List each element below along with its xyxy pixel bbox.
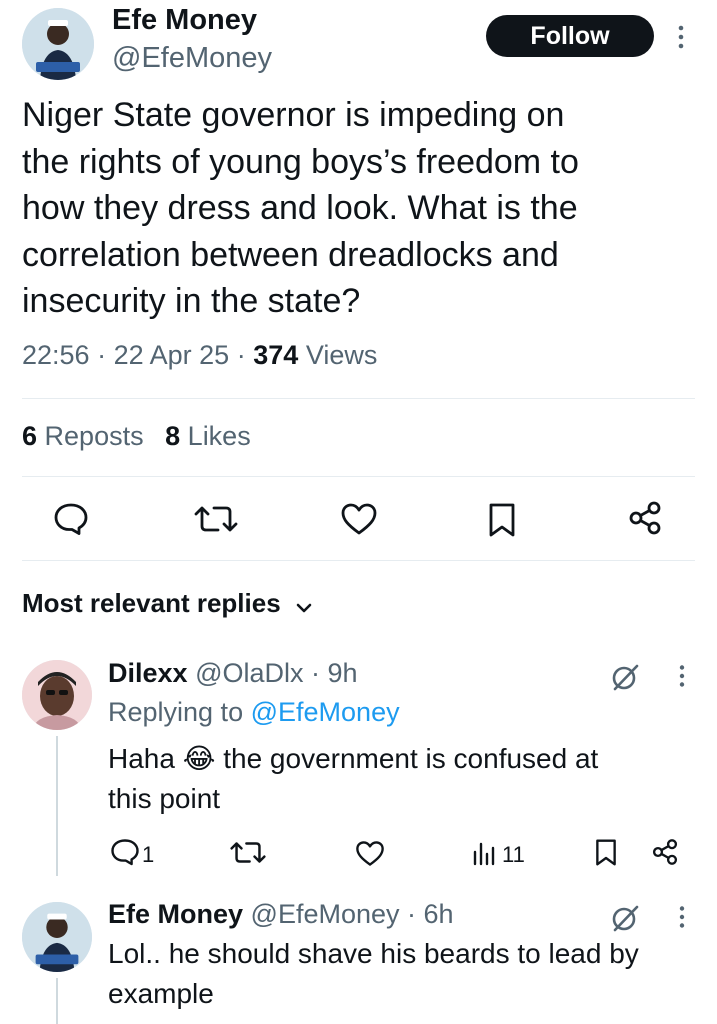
reply-header: Efe Money @EfeMoney · 6h xyxy=(108,899,454,930)
reply-icon[interactable] xyxy=(53,502,89,536)
reply-views-count: 11 xyxy=(502,842,525,867)
meta-separator: · xyxy=(97,340,107,370)
author-handle[interactable]: @EfeMoney xyxy=(112,42,272,75)
author-avatar[interactable] xyxy=(22,8,94,80)
thread-line xyxy=(56,736,58,876)
tweet-meta: 22:56 · 22 Apr 25 · 374 Views xyxy=(22,340,377,371)
reply-author-name[interactable]: Efe Money xyxy=(108,899,243,929)
reply-author-handle[interactable]: @OlaDlx xyxy=(195,658,303,688)
repost-icon[interactable] xyxy=(194,504,238,534)
repost-icon[interactable] xyxy=(230,840,266,865)
tweet-text-line: insecurity in the state? xyxy=(22,282,361,320)
bookmark-icon[interactable] xyxy=(595,838,617,867)
views-label: Views xyxy=(305,340,378,370)
replying-to: Replying to @EfeMoney xyxy=(108,697,400,728)
reply-text-line: Lol.. he should shave his beards to lead… xyxy=(108,938,639,969)
likes-count: 8 xyxy=(165,421,181,451)
views-icon[interactable] xyxy=(472,840,498,866)
follow-button[interactable]: Follow xyxy=(486,15,654,57)
tweet-text-line: correlation between dreadlocks and xyxy=(22,235,559,274)
reposts-count: 6 xyxy=(22,421,38,451)
grok-icon[interactable] xyxy=(610,662,640,692)
reply-text: Haha 😂 the government is confused at thi… xyxy=(108,739,698,819)
thread-line xyxy=(56,978,58,1024)
views-count: 374 xyxy=(253,340,299,370)
author-name[interactable]: Efe Money xyxy=(112,4,257,37)
reply-age: · 6h xyxy=(407,899,454,929)
reposts-stat[interactable]: 6 Reposts xyxy=(22,421,151,451)
divider xyxy=(22,560,695,561)
likes-stat[interactable]: 8 Likes xyxy=(165,421,251,451)
replies-sort-dropdown[interactable]: Most relevant replies xyxy=(22,588,312,621)
tweet-text-line: the rights of young boys’s freedom to xyxy=(22,142,579,181)
divider xyxy=(22,476,695,477)
tweet-text-line: how they dress and look. What is the xyxy=(22,189,578,227)
tweet-text-line: Niger State governor is impeding on xyxy=(22,96,565,134)
chevron-down-icon xyxy=(296,590,312,621)
reply-author-handle[interactable]: @EfeMoney xyxy=(251,899,400,929)
bookmark-icon[interactable] xyxy=(488,502,516,538)
reply-text-line: example xyxy=(108,978,214,1009)
reply-text-start: Haha xyxy=(108,743,175,774)
replying-to-prefix: Replying to xyxy=(108,697,244,727)
reply-count: 1 xyxy=(142,842,155,867)
reply-author-name[interactable]: Dilexx xyxy=(108,658,188,688)
tweet-date[interactable]: 22 Apr 25 xyxy=(114,340,230,370)
tweet-text: Niger State governor is impeding on the … xyxy=(22,92,702,325)
reply-text-line: this point xyxy=(108,783,221,814)
more-icon[interactable] xyxy=(677,664,687,688)
tweet-time[interactable]: 22:56 xyxy=(22,340,90,370)
reply-text: Lol.. he should shave his beards to lead… xyxy=(108,934,708,1014)
reply-text-line: Haha 😂 the government is confused at xyxy=(108,739,698,779)
replies-sort-label: Most relevant replies xyxy=(22,588,281,618)
divider xyxy=(22,398,695,399)
laughing-emoji: 😂 xyxy=(182,743,216,774)
meta-separator: · xyxy=(236,340,246,370)
engagement-stats: 6 Reposts 8 Likes xyxy=(22,421,251,452)
share-icon[interactable] xyxy=(627,500,663,536)
replying-to-handle[interactable]: @EfeMoney xyxy=(251,697,400,727)
reply-icon[interactable] xyxy=(110,838,140,866)
reply-header: Dilexx @OlaDlx · 9h xyxy=(108,658,358,689)
share-icon[interactable] xyxy=(651,838,679,866)
reply-text-rest: the government is confused at xyxy=(215,743,599,774)
more-icon[interactable] xyxy=(677,905,687,929)
more-icon[interactable] xyxy=(676,24,686,50)
reply-avatar[interactable] xyxy=(22,902,92,972)
like-icon[interactable] xyxy=(340,502,378,536)
reply-avatar[interactable] xyxy=(22,660,92,730)
likes-label: Likes xyxy=(187,421,251,451)
reply-age: · 9h xyxy=(311,658,358,688)
like-icon[interactable] xyxy=(355,840,385,867)
reposts-label: Reposts xyxy=(44,421,144,451)
grok-icon[interactable] xyxy=(610,903,640,933)
